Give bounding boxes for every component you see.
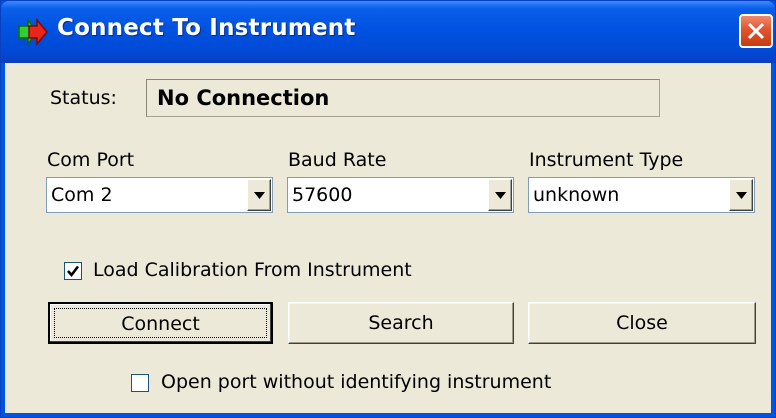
close-window-button[interactable] (739, 14, 773, 48)
open-port-checkbox[interactable] (131, 374, 149, 392)
baud-rate-value: 57600 (292, 184, 353, 206)
chevron-down-icon (736, 192, 747, 199)
checkmark-icon (67, 265, 80, 278)
close-icon (747, 22, 765, 40)
dialog-body: Status: No Connection Com Port Baud Rate… (5, 63, 771, 413)
load-calibration-checkbox[interactable] (64, 262, 82, 280)
chevron-down-icon (254, 192, 265, 199)
connect-button[interactable]: Connect (48, 302, 273, 344)
search-button-label: Search (368, 312, 434, 334)
green-red-arrows-icon (17, 17, 49, 47)
close-button[interactable]: Close (528, 302, 756, 344)
search-button[interactable]: Search (288, 302, 514, 344)
window-title: Connect To Instrument (57, 15, 356, 41)
baud-rate-label: Baud Rate (288, 149, 387, 171)
open-port-label[interactable]: Open port without identifying instrument (161, 371, 551, 393)
instrument-type-value: unknown (533, 184, 620, 206)
dialog-window: Connect To Instrument Status: No Connect… (0, 0, 776, 418)
instrument-type-label: Instrument Type (529, 149, 684, 171)
status-field: No Connection (146, 79, 660, 117)
instrument-type-select[interactable]: unknown (528, 177, 755, 213)
baud-rate-dropdown-button[interactable] (488, 179, 512, 211)
load-calibration-label[interactable]: Load Calibration From Instrument (93, 259, 412, 281)
com-port-select[interactable]: Com 2 (46, 177, 273, 213)
instrument-type-dropdown-button[interactable] (729, 179, 753, 211)
com-port-dropdown-button[interactable] (247, 179, 271, 211)
status-value: No Connection (157, 86, 330, 110)
com-port-label: Com Port (47, 149, 135, 171)
close-button-label: Close (616, 312, 668, 334)
connect-button-label: Connect (121, 313, 200, 335)
chevron-down-icon (495, 192, 506, 199)
baud-rate-select[interactable]: 57600 (287, 177, 514, 213)
status-label: Status: (50, 87, 117, 109)
title-bar[interactable]: Connect To Instrument (1, 1, 775, 63)
com-port-value: Com 2 (51, 184, 113, 206)
